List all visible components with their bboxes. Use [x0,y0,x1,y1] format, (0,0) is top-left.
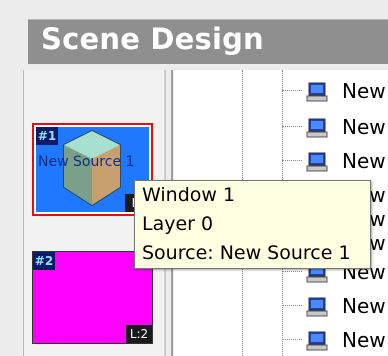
tree-item-source[interactable]: New [282,327,388,353]
tree-item-label: New [342,115,386,139]
layer-badge: L:2 [126,325,152,343]
window-number-badge: #1 [36,127,58,145]
tree-item-label: New [342,328,386,352]
tooltip-source-line: Source: New Source 1 [142,242,351,264]
window-tooltip: Window 1 Layer 0 Source: New Source 1 [134,180,371,269]
computer-icon [306,82,328,102]
section-title: Scene Design [41,22,264,56]
tree-connector [282,305,302,306]
tree-item-source[interactable]: New [282,293,388,319]
tree-item-source[interactable]: New [282,114,388,140]
scene-design-window: Scene Design New New New New New New #1 … [0,0,388,356]
window-number-badge: #2 [33,252,55,270]
computer-icon [306,118,328,138]
tooltip-layer-line: Layer 0 [142,213,214,235]
tree-connector [282,339,302,340]
tree-item-label: New [342,294,386,318]
computer-icon [306,152,328,172]
tree-connector [282,160,302,161]
tree-connector [282,271,302,272]
tree-connector [282,126,302,127]
tooltip-window-line: Window 1 [142,184,236,206]
tree-connector [282,90,302,91]
source-name-label: New Source 1 [38,154,135,170]
window-preview: #1 New Source 1 L: [36,127,149,212]
computer-icon [306,297,328,317]
section-header: Scene Design [28,19,388,64]
tree-item-label: New [342,79,386,103]
tree-item-source[interactable]: New [282,148,388,174]
computer-icon [306,331,328,351]
tree-item-source[interactable]: New [282,78,388,104]
tree-item-label: New [342,149,386,173]
